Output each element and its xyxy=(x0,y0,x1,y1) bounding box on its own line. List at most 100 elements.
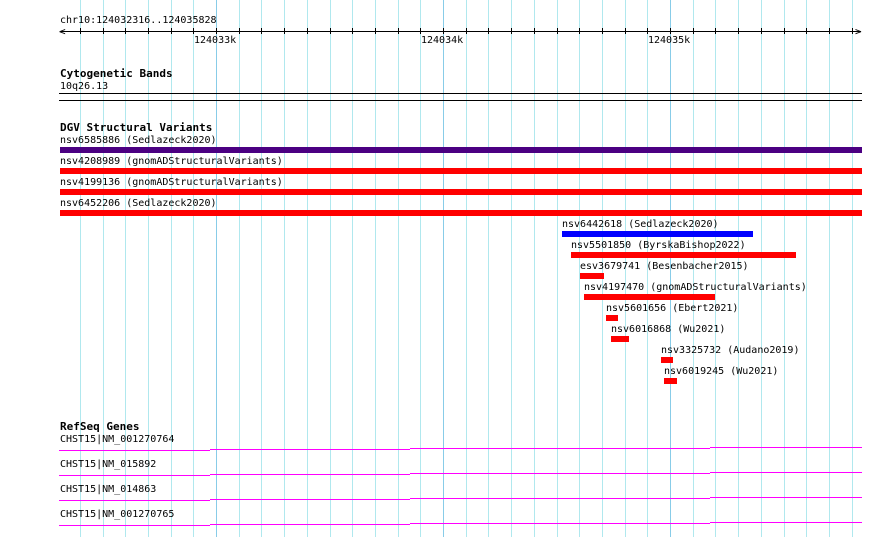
grid-line xyxy=(557,0,558,537)
gene-line[interactable] xyxy=(310,524,410,525)
variant-bar[interactable] xyxy=(571,252,796,258)
gene-line[interactable] xyxy=(710,472,810,473)
gene-line[interactable] xyxy=(59,500,110,501)
gene-line[interactable] xyxy=(410,523,510,524)
ruler-tick xyxy=(761,28,762,34)
variant-label: esv3679741 (Besenbacher2015) xyxy=(580,261,749,272)
gene-line[interactable] xyxy=(810,497,862,498)
ruler-tick xyxy=(443,28,444,34)
ruler-tick xyxy=(625,28,626,34)
variant-bar[interactable] xyxy=(60,168,862,174)
grid-line xyxy=(829,0,830,537)
gene-line[interactable] xyxy=(310,499,410,500)
gene-line[interactable] xyxy=(810,447,862,448)
grid-line xyxy=(284,0,285,537)
grid-line xyxy=(534,0,535,537)
variant-bar[interactable] xyxy=(60,189,862,195)
gene-line[interactable] xyxy=(510,523,610,524)
ruler-tick xyxy=(80,28,81,34)
grid-line xyxy=(307,0,308,537)
variant-bar[interactable] xyxy=(60,147,862,153)
tick-label: 124033k xyxy=(194,35,237,46)
gene-line[interactable] xyxy=(110,450,210,451)
ruler-tick xyxy=(715,28,716,34)
grid-line xyxy=(352,0,353,537)
gene-line[interactable] xyxy=(310,449,410,450)
grid-line xyxy=(171,0,172,537)
gene-line[interactable] xyxy=(710,497,810,498)
tick-label: 124034k xyxy=(421,35,464,46)
gene-line[interactable] xyxy=(59,525,110,526)
grid-line xyxy=(806,0,807,537)
arrow-left-icon[interactable]: < xyxy=(59,26,66,37)
ruler-tick xyxy=(806,28,807,34)
gene-line[interactable] xyxy=(810,522,862,523)
gene-line[interactable] xyxy=(610,498,710,499)
gene-line[interactable] xyxy=(510,473,610,474)
ruler-tick xyxy=(738,28,739,34)
ruler-tick xyxy=(420,28,421,34)
ruler-tick xyxy=(557,28,558,34)
variant-bar[interactable] xyxy=(664,378,677,384)
grid-line xyxy=(511,0,512,537)
arrow-right-icon[interactable]: > xyxy=(855,26,862,37)
gene-line[interactable] xyxy=(610,523,710,524)
variant-bar[interactable] xyxy=(562,231,753,237)
ruler-tick xyxy=(352,28,353,34)
variant-bar[interactable] xyxy=(584,294,715,300)
grid-line xyxy=(398,0,399,537)
variant-label: nsv5501850 (ByrskaBishop2022) xyxy=(571,240,746,251)
ruler-tick xyxy=(103,28,104,34)
gene-line[interactable] xyxy=(210,474,310,475)
gene-line[interactable] xyxy=(59,475,110,476)
variant-label: nsv4199136 (gnomADStructuralVariants) xyxy=(60,177,283,188)
variant-label: nsv6442618 (Sedlazeck2020) xyxy=(562,219,719,230)
band-line xyxy=(59,100,862,101)
gene-line[interactable] xyxy=(410,498,510,499)
variant-label: nsv5601656 (Ebert2021) xyxy=(606,303,739,314)
ruler-tick xyxy=(511,28,512,34)
gene-line[interactable] xyxy=(59,450,110,451)
gene-line[interactable] xyxy=(110,475,210,476)
ruler-tick xyxy=(852,28,853,34)
gene-line[interactable] xyxy=(210,499,310,500)
ruler-tick xyxy=(670,28,671,34)
gene-line[interactable] xyxy=(510,498,610,499)
grid-line xyxy=(761,0,762,537)
gene-line[interactable] xyxy=(510,448,610,449)
gene-line[interactable] xyxy=(710,522,810,523)
variant-bar[interactable] xyxy=(661,357,673,363)
ruler-tick xyxy=(398,28,399,34)
gene-line[interactable] xyxy=(410,448,510,449)
gene-line[interactable] xyxy=(810,472,862,473)
variant-bar[interactable] xyxy=(60,210,862,216)
grid-line xyxy=(466,0,467,537)
grid-line xyxy=(330,0,331,537)
gene-line[interactable] xyxy=(610,448,710,449)
grid-line xyxy=(420,0,421,537)
grid-line xyxy=(488,0,489,537)
variant-label: nsv4208989 (gnomADStructuralVariants) xyxy=(60,156,283,167)
gene-line[interactable] xyxy=(710,447,810,448)
variant-bar[interactable] xyxy=(580,273,604,279)
ruler-tick xyxy=(125,28,126,34)
grid-line xyxy=(216,0,217,537)
gene-line[interactable] xyxy=(110,500,210,501)
gene-line[interactable] xyxy=(210,449,310,450)
grid-line xyxy=(239,0,240,537)
location-label: chr10:124032316..124035828 xyxy=(60,15,217,26)
variant-bar[interactable] xyxy=(611,336,629,342)
ruler-tick xyxy=(602,28,603,34)
variant-bar[interactable] xyxy=(606,315,618,321)
gene-line[interactable] xyxy=(410,473,510,474)
track-title: Cytogenetic Bands xyxy=(60,67,173,80)
band-label: 10q26.13 xyxy=(60,81,109,92)
gene-line[interactable] xyxy=(610,473,710,474)
gene-line[interactable] xyxy=(310,474,410,475)
ruler-tick xyxy=(239,28,240,34)
variant-label: nsv6585886 (Sedlazeck2020) xyxy=(60,135,217,146)
gene-line[interactable] xyxy=(210,524,310,525)
ruler-tick xyxy=(193,28,194,34)
gene-line[interactable] xyxy=(110,525,210,526)
ruler-tick xyxy=(284,28,285,34)
